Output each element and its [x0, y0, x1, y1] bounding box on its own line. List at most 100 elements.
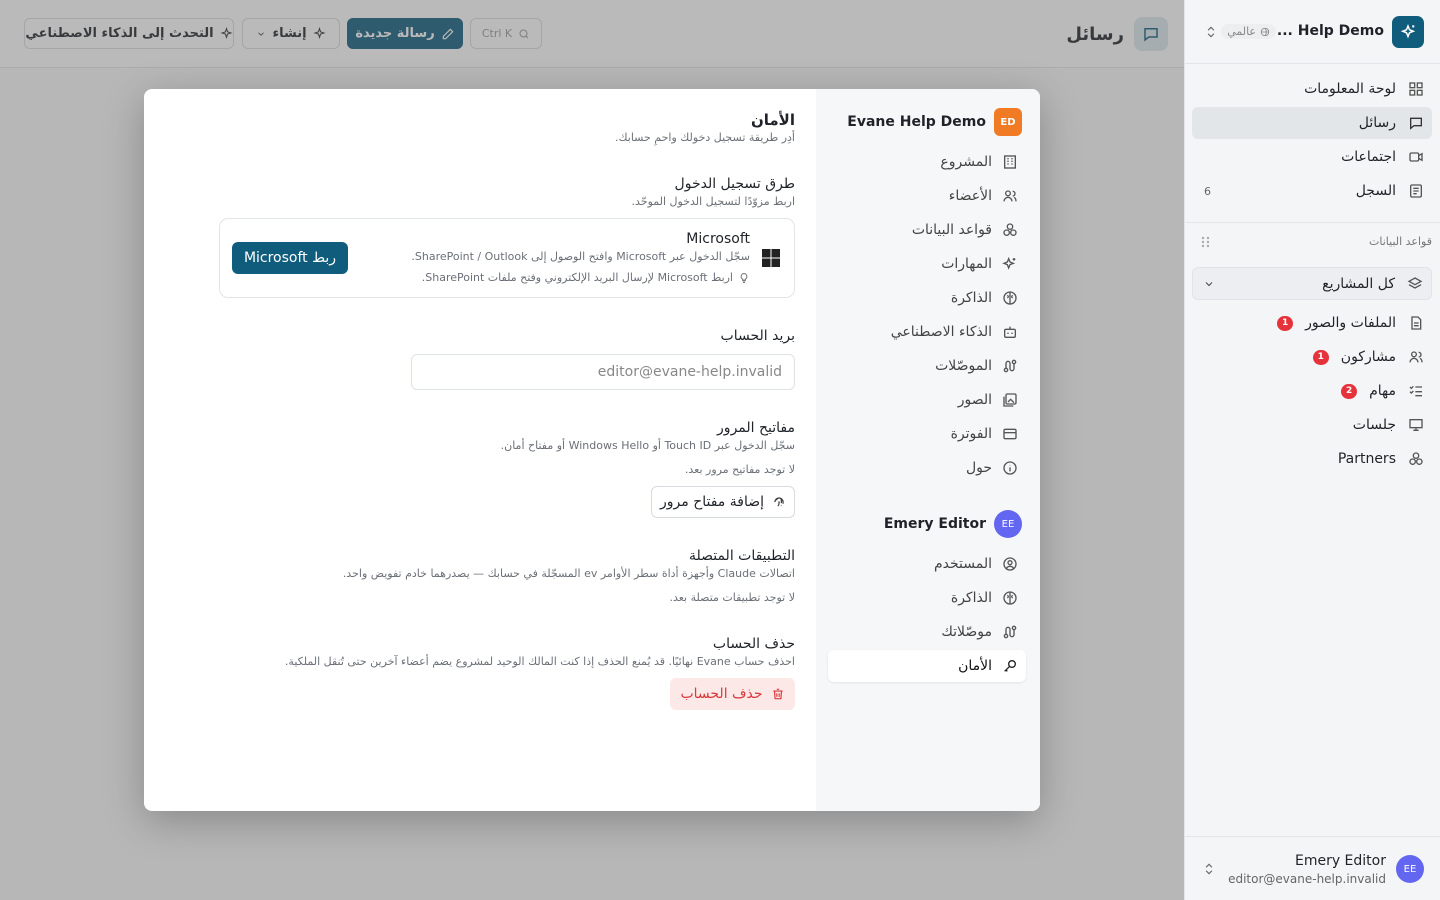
settings-item-skills[interactable]: المهارات [828, 248, 1026, 280]
layers-icon [1407, 276, 1423, 289]
file-icon [1411, 316, 1422, 330]
settings-item-user[interactable]: المستخدم [828, 548, 1026, 580]
users-icon [1409, 351, 1423, 363]
nav-label: رسائل [1358, 115, 1396, 131]
add-passkey-label: إضافة مفتاح مرور [660, 494, 764, 510]
passkeys-title: مفاتيح المرور [717, 420, 795, 436]
settings-item-label: حول [965, 460, 992, 476]
org-initials: ED [1000, 116, 1016, 128]
add-passkey-button[interactable]: إضافة مفتاح مرور [651, 486, 795, 518]
settings-item-members[interactable]: الأعضاء [828, 180, 1026, 212]
user-group-header: Emery Editor EE [884, 510, 1022, 538]
db-item-participants[interactable]: 1 مشاركون [1192, 341, 1432, 373]
brain-icon [1003, 591, 1017, 605]
globe-icon [1260, 27, 1270, 36]
message-icon [1410, 117, 1422, 130]
drag-handle-icon[interactable] [1201, 236, 1211, 248]
dashboard-icon [1409, 82, 1423, 96]
trash-icon [772, 688, 783, 700]
app-sidebar: Help Demo ... عالمي لوحة المعلومات رسائل… [1184, 0, 1440, 900]
account-email-field[interactable] [411, 354, 795, 390]
settings-item-billing[interactable]: الفوترة [828, 418, 1026, 450]
chevrons-updown-icon[interactable] [1204, 24, 1218, 40]
nav-meetings[interactable]: اجتماعات [1192, 141, 1432, 173]
db-item-tasks[interactable]: 2 مهام [1192, 375, 1432, 407]
project-selector-label: كل المشاريع [1322, 275, 1395, 292]
settings-item-label: المستخدم [933, 556, 992, 572]
nav-count: 6 [1204, 184, 1211, 198]
databases-title: قواعد البيانات [1369, 235, 1432, 248]
connect-microsoft-button[interactable]: ربط Microsoft [232, 242, 348, 274]
chevrons-updown-icon[interactable] [1202, 861, 1216, 877]
users-icon [1003, 190, 1017, 202]
nav-label: اجتماعات [1341, 149, 1396, 165]
checklist-icon [1409, 385, 1422, 397]
passkeys-subtitle: سجّل الدخول عبر Touch ID أو Windows Hell… [500, 439, 795, 452]
signin-methods-title: طرق تسجيل الدخول [674, 176, 795, 192]
log-icon [1410, 184, 1422, 198]
settings-item-memory[interactable]: الذاكرة [828, 282, 1026, 314]
settings-item-label: الفوترة [950, 426, 992, 442]
delete-account-subtitle: احذف حساب Evane نهائيًا. قد يُمنع الحذف … [284, 655, 795, 668]
delete-account-title: حذف الحساب [712, 636, 795, 652]
settings-item-project[interactable]: المشروع [828, 146, 1026, 178]
settings-item-security[interactable]: الأمان [828, 650, 1026, 682]
count-badge: 1 [1312, 349, 1329, 365]
plug-icon [1003, 625, 1017, 639]
settings-item-user-memory[interactable]: الذاكرة [828, 582, 1026, 614]
settings-item-ai[interactable]: الذكاء الاصطناعي [828, 316, 1026, 348]
delete-account-button[interactable]: حذف الحساب [670, 678, 795, 710]
security-title: الأمان [750, 111, 795, 129]
sparkles-icon [1002, 256, 1016, 270]
provider-description: سجّل الدخول عبر Microsoft وافتح الوصول إ… [411, 250, 750, 263]
nav-messages[interactable]: رسائل [1192, 107, 1432, 139]
bot-icon [1004, 326, 1016, 338]
user-account-footer[interactable]: EE Emery Editor editor@evane-help.invali… [1184, 836, 1440, 900]
settings-item-label: الموصّلات [935, 358, 992, 374]
microsoft-icon [762, 249, 780, 267]
nav-label: لوحة المعلومات [1304, 81, 1396, 97]
settings-item-about[interactable]: حول [828, 452, 1026, 484]
settings-item-label: الذكاء الاصطناعي [890, 324, 992, 340]
org-avatar: ED [994, 108, 1022, 136]
provider-name: Microsoft [686, 231, 750, 247]
user-group-name: Emery Editor [883, 516, 986, 532]
nav-log[interactable]: 6 السجل [1192, 175, 1432, 207]
connected-apps-subtitle: اتصالات Claude وأجهزة أداة سطر الأوامر e… [342, 567, 795, 580]
building-icon [1004, 155, 1016, 169]
images-icon [1003, 393, 1017, 407]
chevron-down-icon [1205, 281, 1213, 286]
settings-item-databases[interactable]: قواعد البيانات [828, 214, 1026, 246]
count-badge: 1 [1277, 315, 1294, 331]
settings-modal: Evane Help Demo ED المشروع الأعضاء قواعد… [144, 89, 1040, 811]
settings-item-my-connectors[interactable]: موصّلاتك [828, 616, 1026, 648]
db-item-label: جلسات [1352, 417, 1396, 433]
settings-item-label: قواعد البيانات [911, 222, 992, 238]
settings-item-images[interactable]: الصور [828, 384, 1026, 416]
db-item-files[interactable]: 1 الملفات والصور [1192, 307, 1432, 339]
settings-item-connectors[interactable]: الموصّلات [828, 350, 1026, 382]
user-email: editor@evane-help.invalid [1228, 872, 1386, 886]
lightbulb-icon [740, 272, 748, 283]
avatar-initials: EE [1001, 518, 1015, 530]
provider-tip: اربط Microsoft لإرسال البريد الإلكتروني … [422, 271, 750, 284]
db-item-label: مهام [1369, 383, 1396, 399]
settings-item-label: موصّلاتك [941, 624, 992, 640]
workspace-scope-badge: عالمي [1221, 24, 1276, 39]
security-subtitle: أدِر طريقة تسجيل دخولك واحمِ حسابك. [614, 131, 795, 144]
fingerprint-icon [774, 497, 784, 507]
db-item-label: مشاركون [1340, 349, 1396, 365]
db-item-sessions[interactable]: جلسات [1192, 409, 1432, 441]
presentation-icon [1409, 419, 1423, 431]
scope-label: عالمي [1227, 25, 1256, 38]
nav-dashboard[interactable]: لوحة المعلومات [1192, 73, 1432, 105]
db-item-label: الملفات والصور [1305, 315, 1396, 331]
settings-item-label: الذاكرة [950, 290, 992, 306]
key-icon [1004, 660, 1016, 672]
workspace-header[interactable]: Help Demo ... عالمي [1185, 0, 1440, 64]
project-selector[interactable]: كل المشاريع [1192, 267, 1432, 300]
db-item-partners[interactable]: Partners [1192, 443, 1432, 475]
settings-item-label: الأمان [958, 658, 992, 674]
settings-item-label: الصور [957, 392, 992, 408]
security-panel: الأمان أدِر طريقة تسجيل دخولك واحمِ حساب… [144, 89, 816, 811]
